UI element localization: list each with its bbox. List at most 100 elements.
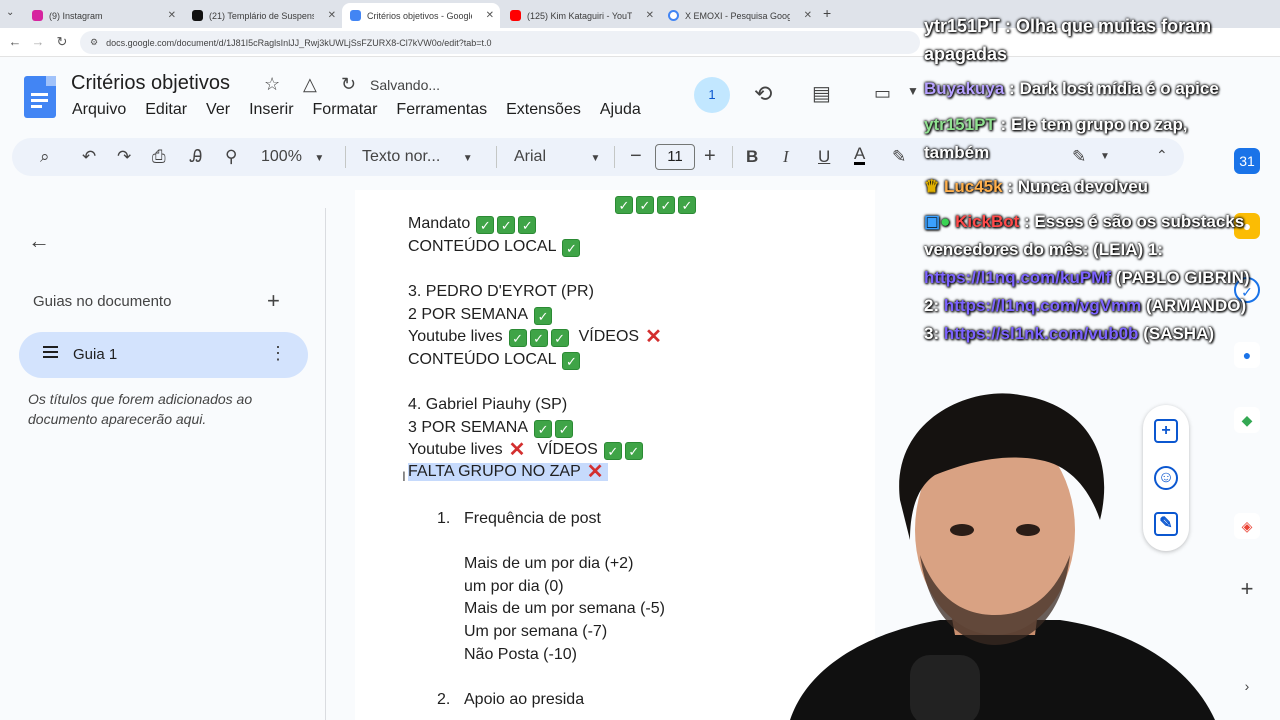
close-tab-icon[interactable]: ✕ xyxy=(486,10,494,21)
doc-line: Youtube lives ✓ ✓ ✓ VÍDEOS ✕ xyxy=(408,326,662,348)
browser-tab-instagram[interactable]: (9) Instagram ✕ xyxy=(24,3,182,28)
paint-format-icon[interactable]: ⚲ xyxy=(225,147,237,167)
version-history-icon[interactable]: ⟲ xyxy=(754,81,772,107)
docs-logo-icon[interactable] xyxy=(24,76,56,118)
doc-line: Um por semana (-7) xyxy=(464,623,608,640)
address-bar[interactable]: ⚙ docs.google.com/document/d/1J81I5cRagl… xyxy=(80,31,920,54)
print-icon[interactable]: ⎙ xyxy=(152,147,166,167)
back-icon[interactable]: ← xyxy=(6,33,24,51)
tab-label: Guia 1 xyxy=(73,346,118,363)
site-info-icon[interactable]: ⚙ xyxy=(90,37,98,48)
comments-icon[interactable]: ▤ xyxy=(812,81,831,106)
browser-tab-docs[interactable]: Critérios objetivos - Google Do ✕ xyxy=(342,3,500,28)
chat-message: Buyakuya : Dark lost mídia é o apice xyxy=(924,79,1219,98)
doc-line: Não Posta (-10) xyxy=(464,646,577,663)
underline-icon[interactable]: U xyxy=(818,147,830,167)
tab-search-icon[interactable]: ⌄ xyxy=(6,7,14,18)
new-tab-button[interactable]: + xyxy=(823,5,831,21)
text-color-icon[interactable]: A xyxy=(854,145,866,165)
chat-username: KickBot xyxy=(955,212,1020,231)
highlight-icon[interactable]: ✎ xyxy=(892,147,906,167)
doc-line: Mandato ✓ ✓ ✓ xyxy=(408,215,537,234)
divider xyxy=(345,146,346,168)
menu-bar: Arquivo Editar Ver Inserir Formatar Ferr… xyxy=(72,101,641,119)
chat-username: Luc45k xyxy=(943,177,1003,196)
doc-line: 3 POR SEMANA ✓ ✓ xyxy=(408,419,574,438)
menu-ver[interactable]: Ver xyxy=(206,101,230,119)
youtube-icon xyxy=(510,10,521,21)
close-outline-icon[interactable]: ← xyxy=(28,228,50,254)
check-icon: ✓ xyxy=(476,216,495,234)
check-icon: ✓ xyxy=(657,196,675,214)
menu-inserir[interactable]: Inserir xyxy=(249,101,293,119)
star-icon[interactable]: ☆ xyxy=(264,74,280,95)
active-users-badge[interactable]: 1 xyxy=(694,77,730,113)
chat-username: Buyakuya xyxy=(924,79,1005,98)
chat-message: ▣● KickBot : Esses é são os substacks ve… xyxy=(924,212,1250,343)
spellcheck-icon[interactable]: Ꭿ xyxy=(190,147,202,167)
cross-mark-icon: ✕ xyxy=(586,461,604,483)
search-menus-icon[interactable]: ⌕ xyxy=(40,147,50,167)
reload-icon[interactable]: ↻ xyxy=(53,33,71,51)
text-cursor-icon: I xyxy=(402,468,406,484)
chat-username: ytr151PT xyxy=(924,16,1001,36)
close-tab-icon[interactable]: ✕ xyxy=(328,10,336,21)
close-tab-icon[interactable]: ✕ xyxy=(804,10,812,21)
check-icon: ✓ xyxy=(550,329,569,347)
italic-icon[interactable]: I xyxy=(783,147,789,167)
chat-message: ytr151PT : Olha que muitas foram apagada… xyxy=(924,16,1212,64)
more-options-icon[interactable]: ⋮ xyxy=(269,343,287,364)
close-tab-icon[interactable]: ✕ xyxy=(646,10,654,21)
paragraph-style-select[interactable]: Texto nor... ▼ xyxy=(362,148,473,166)
move-to-drive-icon[interactable]: △ xyxy=(303,74,317,95)
outline-hint: Os títulos que forem adicionados ao docu… xyxy=(28,391,253,427)
meet-icon[interactable]: ▭ xyxy=(874,83,891,104)
chat-message: ytr151PT : Ele tem grupo no zap, também xyxy=(924,115,1188,162)
office-addon-icon[interactable]: ◈ xyxy=(1234,513,1260,539)
docs-tab-icon xyxy=(350,10,361,21)
url-text: docs.google.com/document/d/1J81I5cRaglsI… xyxy=(106,37,492,48)
zoom-select[interactable]: 100% ▼ xyxy=(261,148,324,166)
chat-link[interactable]: https://l1nq.com/kuPMf xyxy=(924,268,1111,287)
expand-panel-icon[interactable]: › xyxy=(1234,673,1260,699)
list-number: 1. xyxy=(437,510,451,527)
check-icon: ✓ xyxy=(562,239,581,257)
check-icon: ✓ xyxy=(508,329,527,347)
doc-line: Mais de um por semana (-5) xyxy=(464,600,665,617)
decrease-font-size-icon[interactable]: − xyxy=(630,145,642,168)
document-title[interactable]: Critérios objetivos xyxy=(71,72,230,95)
menu-formatar[interactable]: Formatar xyxy=(313,101,378,119)
maps-icon[interactable]: ◆ xyxy=(1234,407,1260,433)
browser-tab-youtube[interactable]: (125) Kim Kataguiri - YouTube ✕ xyxy=(502,3,660,28)
add-tab-button[interactable]: + xyxy=(267,288,280,314)
menu-ajuda[interactable]: Ajuda xyxy=(600,101,641,119)
doc-line: 4. Gabriel Piauhy (SP) xyxy=(408,396,568,413)
close-tab-icon[interactable]: ✕ xyxy=(168,10,176,21)
doc-line: CONTEÚDO LOCAL ✓ xyxy=(408,351,581,370)
check-icon: ✓ xyxy=(615,196,633,214)
browser-tab-x[interactable]: (21) Templário de Suspensório ✕ xyxy=(184,3,342,28)
menu-ferramentas[interactable]: Ferramentas xyxy=(396,101,487,119)
add-addon-icon[interactable]: + xyxy=(1234,576,1260,602)
check-icon: ✓ xyxy=(678,196,696,214)
menu-arquivo[interactable]: Arquivo xyxy=(72,101,126,119)
doc-line: Youtube lives ✕ VÍDEOS ✓ ✓ xyxy=(408,440,643,460)
meet-dropdown-icon[interactable]: ▼ xyxy=(907,84,919,98)
webcam-overlay xyxy=(770,380,1220,720)
undo-icon[interactable]: ↶ xyxy=(82,147,96,167)
browser-tab-google[interactable]: X EMOXI - Pesquisa Google ✕ xyxy=(660,3,818,28)
forward-icon[interactable]: → xyxy=(29,33,47,51)
redo-icon[interactable]: ↷ xyxy=(117,147,131,167)
font-select[interactable]: Arial ▼ xyxy=(514,148,600,166)
tab-guia-1[interactable]: Guia 1 ⋮ xyxy=(19,332,308,378)
bold-icon[interactable]: B xyxy=(746,147,758,167)
increase-font-size-icon[interactable]: + xyxy=(704,145,716,168)
menu-editar[interactable]: Editar xyxy=(145,101,187,119)
check-icon: ✓ xyxy=(624,442,643,460)
font-size-input[interactable]: 11 xyxy=(655,144,695,170)
chat-link[interactable]: https://sl1nk.com/vub0b xyxy=(944,324,1139,343)
menu-extensoes[interactable]: Extensões xyxy=(506,101,581,119)
partial-line: ✓ ✓ ✓ ✓ xyxy=(612,195,696,214)
chat-link[interactable]: https://l1nq.com/vgVmm xyxy=(944,296,1141,315)
list-heading: Frequência de post xyxy=(464,510,601,527)
